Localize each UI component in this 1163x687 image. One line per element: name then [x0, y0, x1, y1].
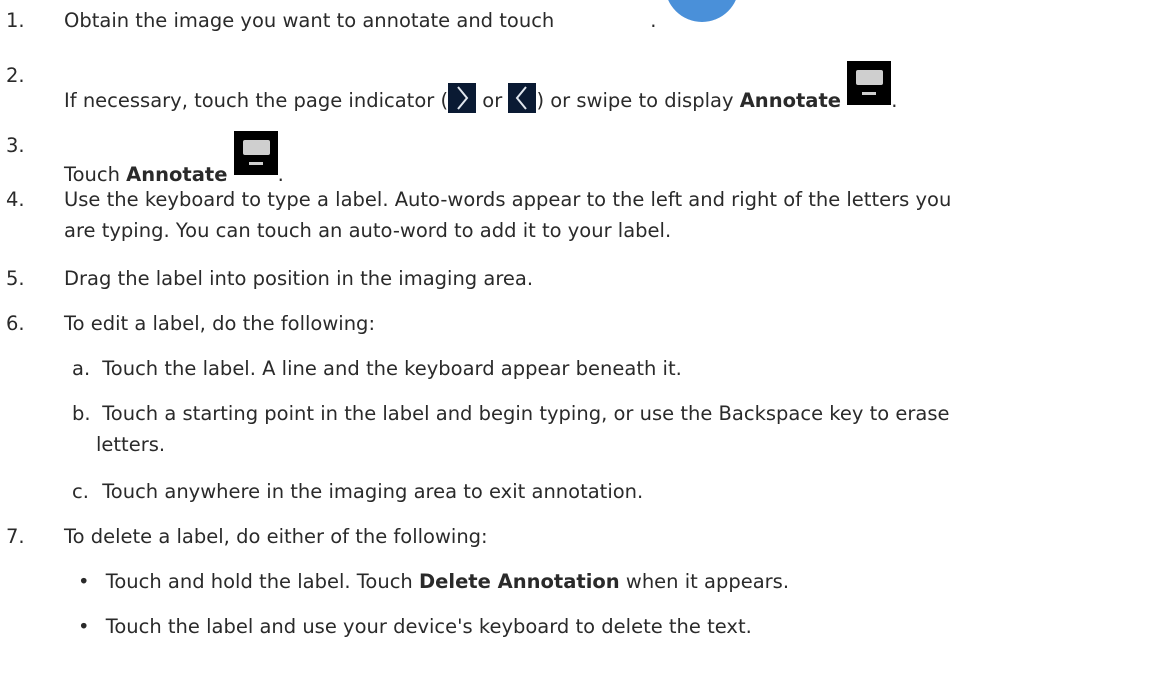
bullet-item: • Touch and hold the label. Touch Delete…	[78, 570, 790, 593]
step-number: 1.	[6, 9, 25, 32]
substep-b-continued: letters.	[96, 433, 166, 456]
step-number: 2.	[6, 64, 25, 87]
step-number: 4.	[6, 188, 25, 211]
step-text: Obtain the image you want to annotate an…	[64, 9, 555, 32]
step-number: 5.	[6, 267, 25, 290]
substep-b: b. Touch a starting point in the label a…	[72, 402, 950, 425]
substep-a: a. Touch the label. A line and the keybo…	[72, 357, 682, 380]
start-button-icon	[665, 0, 739, 22]
chevron-left-icon	[508, 83, 537, 113]
keyboard-icon	[233, 131, 278, 175]
step-number: 3.	[6, 134, 25, 157]
step-number: 7.	[6, 525, 25, 548]
bullet-icon: •	[78, 615, 90, 638]
chevron-right-icon	[448, 83, 477, 113]
step-4-continued: are typing. You can touch an auto-word t…	[64, 219, 672, 242]
keyboard-icon	[847, 61, 892, 105]
bullet-item: • Touch the label and use your device's …	[78, 615, 752, 638]
substep-c: c. Touch anywhere in the imaging area to…	[72, 480, 644, 503]
bullet-icon: •	[78, 570, 90, 593]
step-number: 6.	[6, 312, 25, 335]
